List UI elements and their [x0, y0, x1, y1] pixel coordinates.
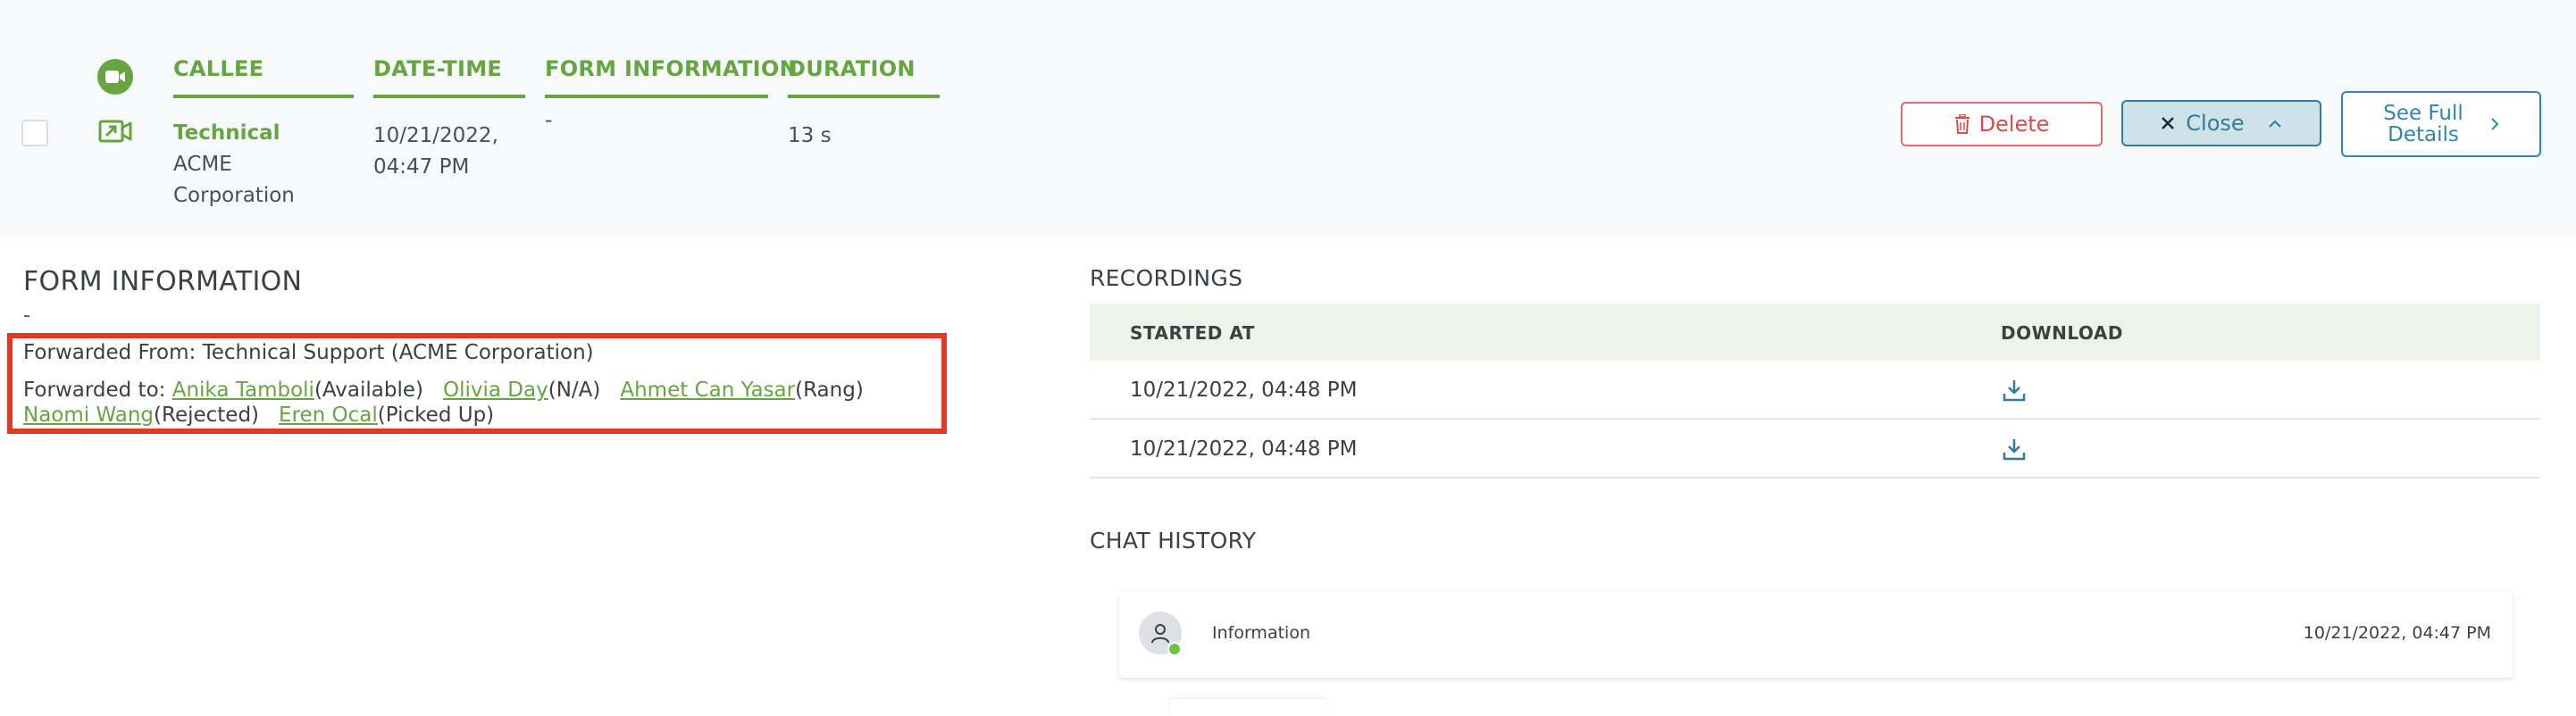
forwarded-agent-status: (Available) — [314, 379, 423, 402]
table-row: 10/21/2022, 04:48 PM — [1090, 420, 2540, 479]
form-information-value: - — [23, 304, 30, 327]
column-underline — [545, 95, 768, 98]
forwarded-agent-link[interactable]: Naomi Wang — [23, 404, 154, 427]
forwarded-agent-link[interactable]: Ahmet Can Yasar — [620, 379, 795, 402]
column-underline — [173, 95, 354, 98]
column-header-datetime[interactable]: DATE-TIME — [373, 56, 502, 81]
download-icon[interactable] — [2001, 377, 2028, 404]
duration-cell: 13 s — [788, 124, 832, 147]
recordings-title: RECORDINGS — [1090, 265, 1243, 291]
see-full-details-line: See Full — [2383, 102, 2463, 125]
column-underline — [788, 95, 940, 98]
chat-bubble-partial — [1170, 699, 1327, 716]
chat-history-entry[interactable]: Information 10/21/2022, 04:47 PM — [1119, 592, 2513, 678]
column-header-duration[interactable]: DURATION — [788, 56, 916, 81]
recordings-table: STARTED AT DOWNLOAD 10/21/2022, 04:48 PM… — [1090, 304, 2540, 479]
forwarded-agent-status: (N/A) — [548, 379, 601, 402]
callee-name: Technical — [173, 121, 280, 145]
see-full-details-line: Details — [2388, 123, 2459, 146]
datetime-date: 10/21/2022, — [373, 124, 498, 147]
close-button[interactable]: Close — [2121, 100, 2321, 146]
forwarded-agent-status: (Rejected) — [154, 404, 260, 427]
chat-history-title: CHAT HISTORY — [1090, 528, 1257, 554]
chevron-right-icon — [2490, 117, 2499, 131]
close-label: Close — [2186, 111, 2245, 136]
callee-cell: Technical ACME Corporation — [173, 118, 295, 212]
forwarded-from-text: Forwarded From: Technical Support (ACME … — [23, 341, 594, 364]
chevron-up-icon — [2268, 119, 2282, 128]
online-status-dot — [1167, 642, 1182, 656]
forwarded-to-list: Forwarded to: Anika Tamboli(Available) Ol… — [23, 378, 934, 428]
user-icon — [1150, 622, 1170, 644]
recording-started-at: 10/21/2022, 04:48 PM — [1130, 379, 1358, 402]
download-icon[interactable] — [2001, 436, 2028, 462]
callee-company: Corporation — [173, 184, 295, 207]
row-checkbox[interactable] — [21, 120, 48, 146]
datetime-time: 04:47 PM — [373, 155, 470, 179]
trash-icon — [1954, 114, 1970, 134]
callee-company: ACME — [173, 153, 232, 176]
call-row: CALLEE DATE-TIME FORM INFORMATION DURATI… — [0, 0, 2576, 237]
form-information-cell: - — [545, 109, 553, 132]
see-full-details-button[interactable]: See Full Details — [2341, 91, 2541, 157]
header-started-at: STARTED AT — [1130, 322, 1255, 344]
column-header-form-information[interactable]: FORM INFORMATION — [545, 56, 798, 81]
forwarded-agent-status: (Rang) — [795, 379, 864, 402]
outgoing-call-icon — [97, 117, 133, 146]
column-underline — [373, 95, 525, 98]
video-icon — [97, 59, 133, 95]
delete-button[interactable]: Delete — [1901, 102, 2103, 146]
recordings-table-header: STARTED AT DOWNLOAD — [1090, 304, 2540, 361]
datetime-cell: 10/21/2022, 04:47 PM — [373, 121, 498, 183]
column-header-callee[interactable]: CALLEE — [173, 56, 263, 81]
call-detail-panel: FORM INFORMATION - Forwarded From: Techn… — [0, 237, 2576, 716]
forwarded-agent-link[interactable]: Anika Tamboli — [172, 379, 314, 402]
forwarded-agent-link[interactable]: Olivia Day — [443, 379, 548, 402]
close-x-icon — [2161, 116, 2175, 130]
table-row: 10/21/2022, 04:48 PM — [1090, 361, 2540, 420]
delete-label: Delete — [1978, 112, 2050, 137]
see-full-details-label: See Full Details — [2383, 103, 2463, 146]
chat-entry-time: 10/21/2022, 04:47 PM — [2303, 623, 2491, 643]
form-information-title: FORM INFORMATION — [23, 266, 303, 297]
forwarded-to-label: Forwarded to: — [23, 379, 172, 402]
header-download: DOWNLOAD — [2001, 322, 2123, 344]
recording-started-at: 10/21/2022, 04:48 PM — [1130, 437, 1358, 461]
chat-entry-label: Information — [1212, 623, 1310, 643]
forwarded-agent-status: (Picked Up) — [377, 404, 495, 427]
forwarded-agent-link[interactable]: Eren Ocal — [279, 404, 378, 427]
